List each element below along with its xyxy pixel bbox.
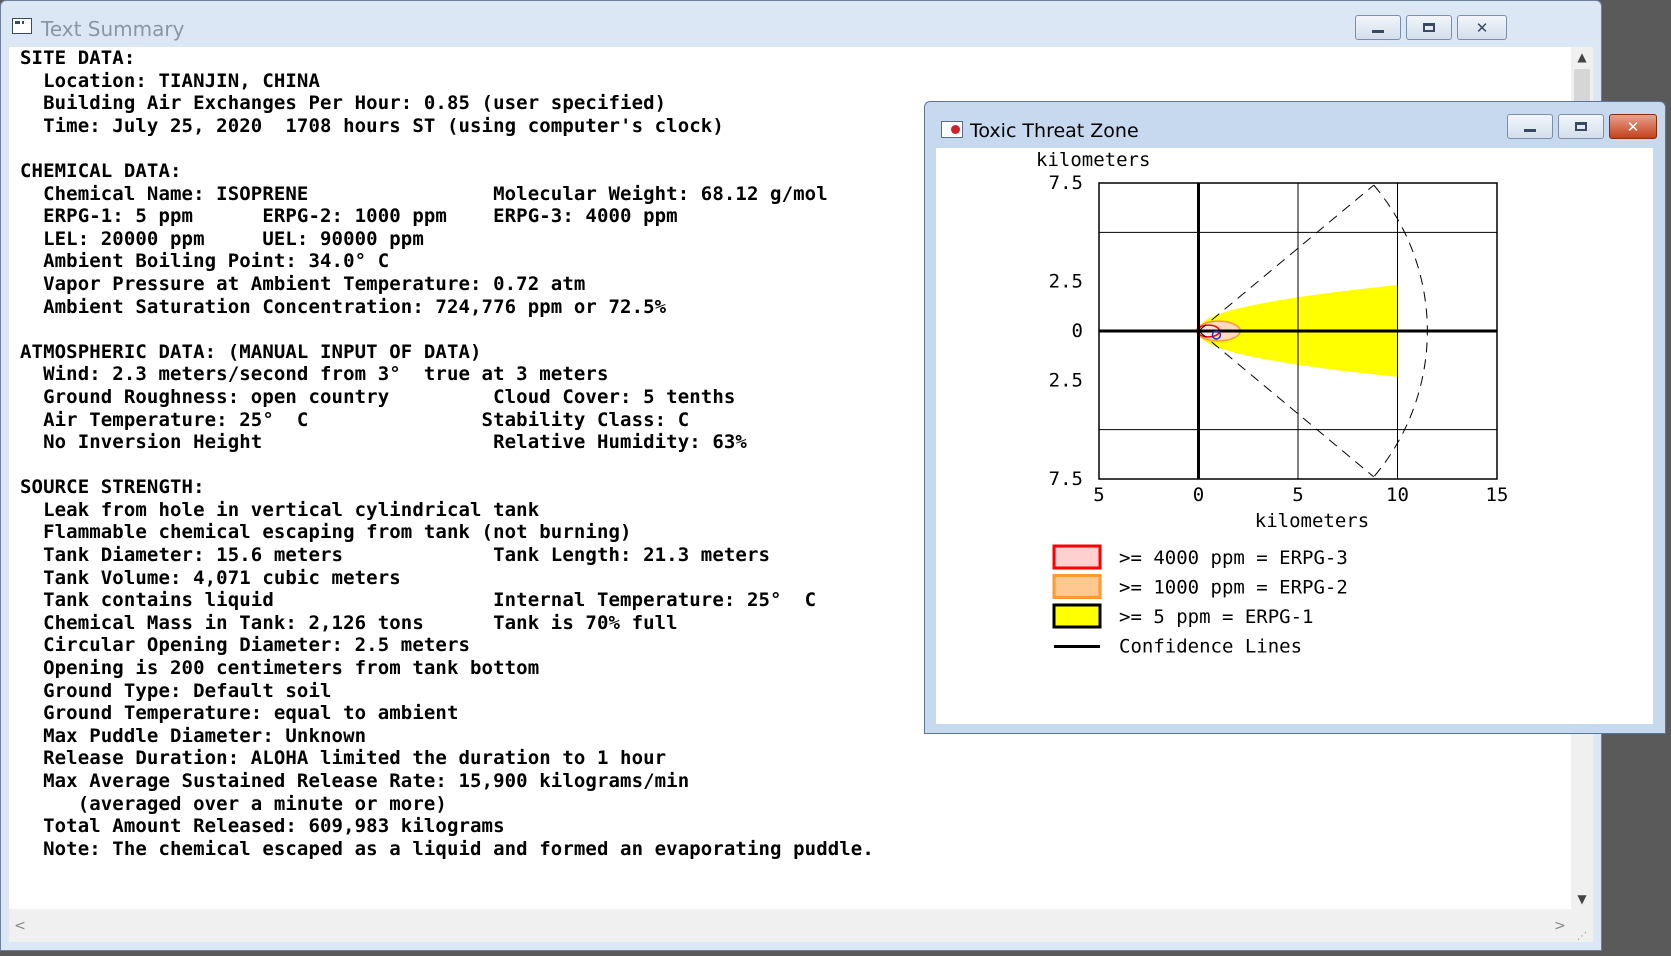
summary-line: Note: The chemical escaped as a liquid a… (20, 837, 874, 860)
legend-swatch (1052, 544, 1102, 570)
summary-line: (averaged over a minute or more) (20, 792, 447, 815)
summary-line: Ground Roughness: open country Cloud Cov… (20, 385, 736, 408)
summary-line: Time: July 25, 2020 1708 hours ST (using… (20, 114, 724, 137)
scroll-up-arrow-icon[interactable]: ▲ (1571, 47, 1593, 67)
summary-line: CHEMICAL DATA: (20, 159, 182, 182)
summary-line: Ambient Boiling Point: 34.0° C (20, 250, 390, 273)
legend-label: Confidence Lines (1119, 636, 1302, 658)
close-icon: ✕ (1475, 18, 1489, 37)
x-tick-label: 0 (1193, 484, 1204, 506)
maximize-icon (1575, 122, 1587, 131)
toxic-window-title: Toxic Threat Zone (970, 120, 1139, 142)
summary-line: Release Duration: ALOHA limited the dura… (20, 747, 667, 770)
summary-line: Location: TIANJIN, CHINA (20, 69, 321, 92)
window-title: Text Summary (41, 17, 185, 41)
maximize-icon (1423, 23, 1435, 32)
toxic-minimize-button[interactable] (1507, 114, 1553, 139)
summary-line: SITE DATA: (20, 47, 136, 69)
toxic-maximize-button[interactable] (1558, 114, 1604, 139)
minimize-icon (1372, 30, 1384, 33)
summary-line: Leak from hole in vertical cylindrical t… (20, 498, 540, 521)
legend-label: >= 1000 ppm = ERPG-2 (1119, 577, 1348, 599)
y-tick-label: 7.5 (1049, 468, 1083, 490)
summary-line: Ground Temperature: equal to ambient (20, 702, 459, 725)
x-tick-label: 15 (1486, 484, 1509, 506)
summary-line (20, 137, 874, 160)
summary-line: No Inversion Height Relative Humidity: 6… (20, 431, 747, 454)
x-tick-label: 10 (1386, 484, 1409, 506)
summary-line: ATMOSPHERIC DATA: (MANUAL INPUT OF DATA) (20, 340, 482, 363)
toxic-close-button[interactable]: ✕ (1609, 114, 1657, 139)
summary-line: Chemical Name: ISOPRENE Molecular Weight… (20, 182, 828, 205)
summary-line: Ambient Saturation Concentration: 724,77… (20, 295, 667, 318)
x-axis-label: kilometers (1255, 510, 1369, 532)
summary-line: Circular Opening Diameter: 2.5 meters (20, 634, 471, 657)
title-bar[interactable]: Text Summary ✕ (1, 1, 1601, 47)
legend-swatch (1052, 574, 1102, 599)
chart-app-icon (941, 121, 963, 138)
minimize-icon (1524, 129, 1536, 132)
summary-line (20, 318, 874, 341)
summary-line: Building Air Exchanges Per Hour: 0.85 (u… (20, 92, 667, 115)
toxic-chart-area: 5 0 5 10 15 7.5 2.5 0 2.5 7.5 kilometers kilometers… (936, 148, 1653, 724)
maximize-button[interactable] (1406, 15, 1452, 40)
legend-label: >= 4000 ppm = ERPG-3 (1119, 547, 1348, 569)
summary-line: Air Temperature: 25° C Stability Class: … (20, 408, 690, 431)
summary-line: Tank contains liquid Internal Temperatur… (20, 589, 817, 612)
summary-line: Vapor Pressure at Ambient Temperature: 0… (20, 272, 586, 295)
horizontal-scrollbar[interactable]: < > (9, 909, 1571, 942)
resize-grip-icon[interactable]: ⋰ (1571, 909, 1593, 942)
y-tick-label: 2.5 (1049, 271, 1083, 293)
summary-line: SOURCE STRENGTH: (20, 476, 205, 499)
legend-swatch (1052, 603, 1102, 629)
title-bar-toxic[interactable]: Toxic Threat Zone ✕ (925, 102, 1665, 148)
summary-line: Max Puddle Diameter: Unknown (20, 724, 367, 747)
y-tick-label: 7.5 (1049, 172, 1083, 194)
scroll-down-arrow-icon[interactable]: ▼ (1571, 889, 1593, 909)
summary-line: ERPG-1: 5 ppm ERPG-2: 1000 ppm ERPG-3: 4… (20, 205, 678, 228)
summary-line: Total Amount Released: 609,983 kilograms (20, 815, 505, 838)
close-icon: ✕ (1626, 117, 1640, 136)
close-button[interactable]: ✕ (1457, 15, 1507, 40)
summary-line: Max Average Sustained Release Rate: 15,9… (20, 770, 690, 792)
y-tick-label: 2.5 (1049, 369, 1083, 391)
summary-line: Flammable chemical escaping from tank (n… (20, 521, 632, 544)
threat-zone-chart: 5 0 5 10 157.52.502.57.5kilometerskilometers… (1036, 149, 1509, 658)
minimize-button[interactable] (1355, 15, 1401, 40)
scroll-left-arrow-icon[interactable]: < (9, 909, 31, 942)
y-tick-label: 0 (1072, 320, 1083, 342)
scroll-right-arrow-icon[interactable]: > (1549, 909, 1571, 942)
summary-line: Ground Type: Default soil (20, 679, 332, 702)
y-axis-label: kilometers (1036, 149, 1150, 171)
summary-line: Tank Diameter: 15.6 meters Tank Length: … (20, 544, 771, 567)
toxic-threat-zone-window: Toxic Threat Zone ✕ 5 0 5 10 15 7.5 2.5 0 2.5 7.5… (924, 101, 1666, 734)
summary-line: Wind: 2.3 meters/second from 3° true at … (20, 363, 609, 386)
legend-label: >= 5 ppm = ERPG-1 (1119, 606, 1313, 628)
summary-line (20, 454, 874, 477)
summary-line: Opening is 200 centimeters from tank bot… (20, 657, 540, 680)
summary-line: Chemical Mass in Tank: 2,126 tons Tank i… (20, 611, 678, 634)
summary-line: Tank Volume: 4,071 cubic meters (20, 566, 401, 589)
summary-text: SITE DATA: Location: TIANJIN, CHINA Buil… (20, 47, 874, 860)
summary-line: LEL: 20000 ppm UEL: 90000 ppm (20, 227, 424, 250)
x-tick-label: 5 (1093, 484, 1104, 506)
app-icon (12, 18, 32, 34)
x-tick-label: 5 (1292, 484, 1303, 506)
